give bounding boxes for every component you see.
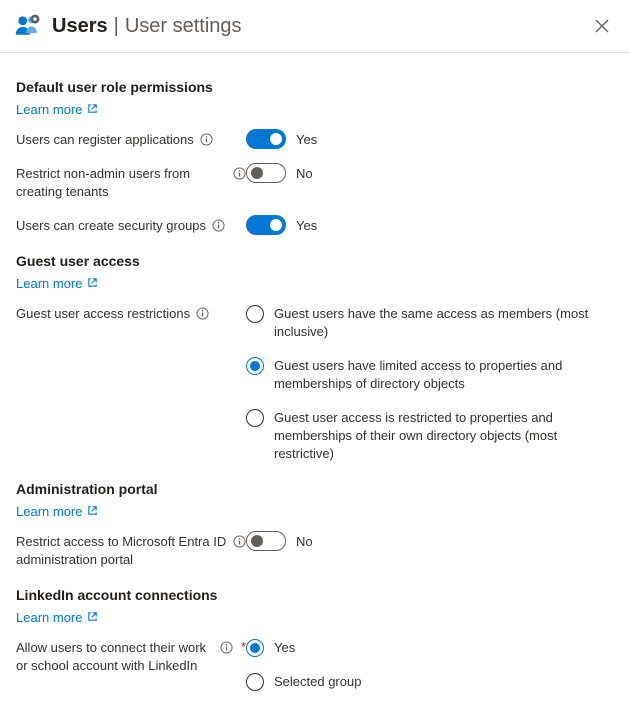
toggle-register-apps[interactable] [246,129,286,149]
learn-more-text: Learn more [16,276,82,291]
info-icon[interactable] [233,535,246,548]
info-icon[interactable] [196,307,209,320]
toggle-restrict-admin-portal[interactable] [246,531,286,551]
toggle-value: Yes [296,218,317,233]
section-default-permissions: Default user role permissions Learn more… [16,79,613,235]
setting-linkedin-connect: Allow users to connect their work or sch… [16,637,613,691]
learn-more-text: Learn more [16,610,82,625]
learn-more-text: Learn more [16,102,82,117]
learn-more-link[interactable]: Learn more [16,102,98,117]
radio-icon [246,305,264,323]
radio-linkedin-yes[interactable]: Yes [246,639,613,657]
section-linkedin-connections: LinkedIn account connections Learn more … [16,587,613,691]
setting-label: Restrict non-admin users from creating t… [16,165,227,201]
radio-icon [246,639,264,657]
external-link-icon [87,276,98,291]
info-icon[interactable] [200,133,213,146]
external-link-icon [87,504,98,519]
section-title: Administration portal [16,481,613,497]
setting-label: Users can create security groups [16,217,206,235]
radio-label: Guest user access is restricted to prope… [274,409,613,463]
learn-more-link[interactable]: Learn more [16,276,98,291]
setting-label: Guest user access restrictions [16,305,190,323]
radio-icon [246,357,264,375]
close-icon [595,19,609,33]
external-link-icon [87,610,98,625]
setting-restrict-tenants: Restrict non-admin users from creating t… [16,163,613,201]
users-gear-icon [14,12,42,40]
section-title: LinkedIn account connections [16,587,613,603]
setting-security-groups: Users can create security groups Yes [16,215,613,235]
page-title-separator: | [114,14,119,38]
setting-restrict-admin-portal: Restrict access to Microsoft Entra ID ad… [16,531,613,569]
setting-label: Users can register applications [16,131,194,149]
section-title: Guest user access [16,253,613,269]
radio-guest-restricted-access[interactable]: Guest user access is restricted to prope… [246,409,613,463]
radio-guest-limited-access[interactable]: Guest users have limited access to prope… [246,357,613,393]
toggle-value: Yes [296,132,317,147]
section-guest-access: Guest user access Learn more Guest user … [16,253,613,463]
section-title: Default user role permissions [16,79,613,95]
setting-guest-restrictions: Guest user access restrictions Guest use… [16,303,613,463]
section-admin-portal: Administration portal Learn more Restric… [16,481,613,569]
radio-label: Yes [274,639,295,657]
radio-icon [246,673,264,691]
toggle-security-groups[interactable] [246,215,286,235]
info-icon[interactable] [233,167,246,180]
toggle-restrict-tenants[interactable] [246,163,286,183]
toggle-value: No [296,166,313,181]
radio-label: Guest users have limited access to prope… [274,357,613,393]
info-icon[interactable] [212,219,225,232]
radio-linkedin-selected-group[interactable]: Selected group [246,673,613,691]
setting-label: Allow users to connect their work or sch… [16,639,214,675]
radio-label: Guest users have the same access as memb… [274,305,613,341]
learn-more-link[interactable]: Learn more [16,610,98,625]
learn-more-text: Learn more [16,504,82,519]
toggle-value: No [296,534,313,549]
learn-more-link[interactable]: Learn more [16,504,98,519]
close-button[interactable] [591,15,613,37]
setting-register-apps: Users can register applications Yes [16,129,613,149]
external-link-icon [87,102,98,117]
page-title-sub: User settings [125,14,242,38]
radio-label: Selected group [274,673,361,691]
blade-header: Users | User settings [0,0,629,53]
page-title-main: Users [52,14,108,38]
header-title-wrap: Users | User settings [14,12,242,40]
setting-label: Restrict access to Microsoft Entra ID ad… [16,533,227,569]
info-icon[interactable] [220,641,233,654]
radio-icon [246,409,264,427]
radio-guest-same-access[interactable]: Guest users have the same access as memb… [246,305,613,341]
